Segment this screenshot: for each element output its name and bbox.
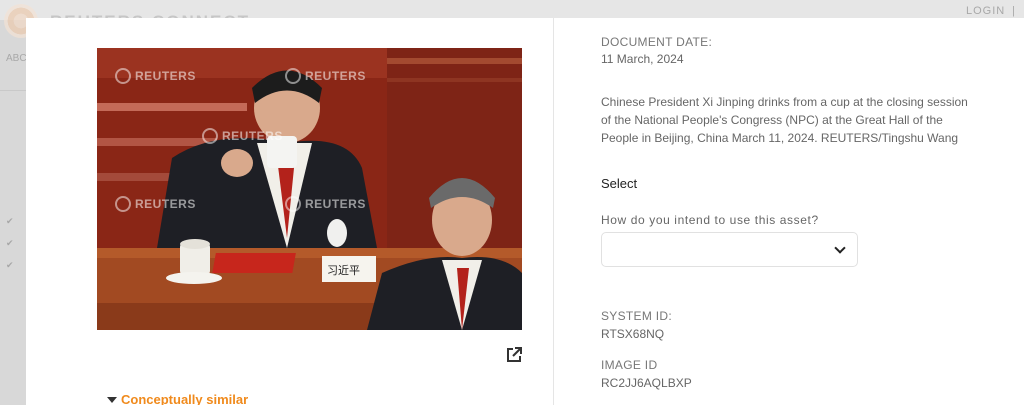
- watermark: REUTERS: [285, 196, 366, 212]
- image-id-label: IMAGE ID: [601, 358, 658, 372]
- check-icon: ✔: [6, 260, 14, 270]
- caret-down-icon: [107, 396, 117, 403]
- reuters-watermark-icon: [115, 196, 131, 212]
- chevron-down-icon: [834, 242, 846, 254]
- document-date-value: 11 March, 2024: [601, 52, 684, 66]
- header-separator: |: [1012, 5, 1015, 17]
- document-date-label: DOCUMENT DATE:: [601, 35, 713, 49]
- watermark: REUTERS: [115, 196, 196, 212]
- reuters-watermark-icon: [202, 128, 218, 144]
- system-id-label: SYSTEM ID:: [601, 309, 673, 323]
- usage-question: How do you intend to use this asset?: [601, 213, 819, 227]
- system-id-value: RTSX68NQ: [601, 327, 665, 341]
- asset-caption: Chinese President Xi Jinping drinks from…: [601, 95, 968, 145]
- reuters-watermark-icon: [285, 196, 301, 212]
- modal-column-divider: [553, 18, 554, 405]
- reuters-watermark-icon: [285, 68, 301, 84]
- watermark: REUTERS: [115, 68, 196, 84]
- image-id-value: RC2JJ6AQLBXP: [601, 376, 692, 390]
- login-link[interactable]: LOGIN: [966, 5, 1005, 17]
- check-icon: ✔: [6, 216, 14, 226]
- watermark: REUTERS: [202, 128, 283, 144]
- check-icon: ✔: [6, 238, 14, 248]
- external-link-icon[interactable]: [505, 346, 523, 364]
- usage-select[interactable]: [601, 232, 858, 267]
- photo-illustration: [97, 48, 522, 330]
- asset-photo[interactable]: REUTERS REUTERS REUTERS REUTERS REUTERS …: [97, 48, 522, 330]
- conceptually-similar-label: Conceptually similar: [121, 392, 249, 405]
- background-divider: [0, 90, 26, 91]
- nameplate-text: 习近平: [327, 264, 360, 277]
- select-heading: Select: [601, 176, 638, 191]
- reuters-watermark-icon: [115, 68, 131, 84]
- watermark: REUTERS: [285, 68, 366, 84]
- conceptually-similar-toggle[interactable]: Conceptually similar: [107, 392, 248, 405]
- background-section-label: ABC: [6, 53, 27, 64]
